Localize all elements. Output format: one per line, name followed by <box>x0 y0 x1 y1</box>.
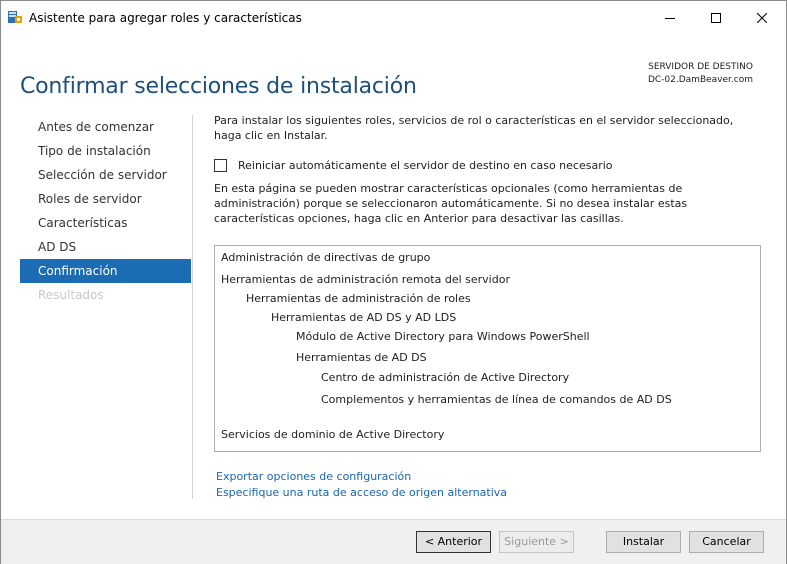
destination-server-name: DC-02.DamBeaver.com <box>647 75 753 85</box>
features-list[interactable]: Administración de directivas de grupo He… <box>214 245 761 452</box>
title-bar[interactable]: Asistente para agregar roles y caracterí… <box>1 1 786 34</box>
feature-item: Centro de administración de Active Direc… <box>321 371 570 384</box>
content-pane: Para instalar los siguientes roles, serv… <box>214 113 761 499</box>
nav-item-confirmacion[interactable]: Confirmación <box>20 259 191 283</box>
feature-item: Herramientas de administración de roles <box>246 292 471 305</box>
destination-label: SERVIDOR DE DESTINO <box>648 62 753 72</box>
restart-option[interactable]: Reiniciar automáticamente el servidor de… <box>214 159 613 172</box>
restart-checkbox[interactable] <box>214 159 227 172</box>
nav-item-antes-de-comenzar[interactable]: Antes de comenzar <box>20 115 191 139</box>
back-button[interactable]: < Anterior <box>416 531 491 553</box>
feature-item: Servicios de dominio de Active Directory <box>221 428 445 441</box>
restart-checkbox-label[interactable]: Reiniciar automáticamente el servidor de… <box>238 159 613 172</box>
install-button[interactable]: Instalar <box>606 531 681 553</box>
nav-item-roles-de-servidor[interactable]: Roles de servidor <box>20 187 191 211</box>
minimize-icon <box>665 17 675 19</box>
nav-item-resultados: Resultados <box>38 288 104 302</box>
intro-text: Para instalar los siguientes roles, serv… <box>214 114 734 142</box>
export-config-link[interactable]: Exportar opciones de configuración <box>216 469 507 485</box>
optional-features-note: En esta página se pueden mostrar caracte… <box>214 182 688 225</box>
feature-item: Complementos y herramientas de línea de … <box>321 393 672 406</box>
nav-item-tipo-de-instalacion[interactable]: Tipo de instalación <box>20 139 191 163</box>
wizard-window: Asistente para agregar roles y caracterí… <box>0 0 787 564</box>
next-button: Siguiente > <box>499 531 574 553</box>
server-manager-icon <box>8 11 22 23</box>
wizard-navigation: Antes de comenzar Tipo de instalación Se… <box>20 115 191 307</box>
feature-item: Herramientas de AD DS y AD LDS <box>271 311 457 324</box>
nav-divider <box>192 115 193 499</box>
links-area: Exportar opciones de configuración Espec… <box>216 469 507 501</box>
cancel-button[interactable]: Cancelar <box>689 531 764 553</box>
maximize-button[interactable] <box>693 1 739 34</box>
feature-item: Herramientas de AD DS <box>296 351 427 364</box>
close-icon <box>757 12 767 23</box>
maximize-icon <box>711 12 721 23</box>
window-title: Asistente para agregar roles y caracterí… <box>29 11 302 25</box>
feature-item: Herramientas de administración remota de… <box>221 273 510 286</box>
nav-item-ad-ds[interactable]: AD DS <box>20 235 191 259</box>
feature-item: Administración de directivas de grupo <box>221 251 431 264</box>
nav-item-caracteristicas[interactable]: Características <box>20 211 191 235</box>
minimize-button[interactable] <box>647 1 693 34</box>
page-title: Confirmar selecciones de instalación <box>20 73 417 99</box>
feature-item: Módulo de Active Directory para Windows … <box>296 330 590 343</box>
destination-server-info: SERVIDOR DE DESTINO DC-02.DamBeaver.com <box>648 61 753 87</box>
nav-item-seleccion-de-servidor[interactable]: Selección de servidor <box>20 163 191 187</box>
button-bar: < Anterior Siguiente > Instalar Cancelar <box>1 519 786 564</box>
close-button[interactable] <box>739 1 785 34</box>
alternate-source-link[interactable]: Especifique una ruta de acceso de origen… <box>216 485 507 501</box>
